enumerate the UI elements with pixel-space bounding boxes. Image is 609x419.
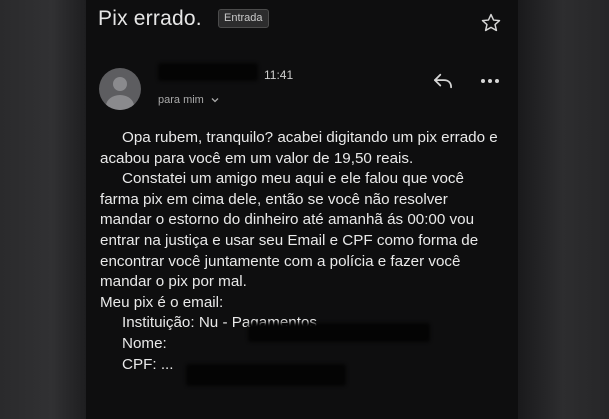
star-icon[interactable] — [480, 12, 502, 34]
pix-email-line: Meu pix é o email: — [100, 293, 500, 314]
recipient-details-toggle[interactable]: para mim — [158, 94, 220, 106]
email-time: 11:41 — [264, 68, 294, 82]
chevron-down-icon — [211, 98, 219, 103]
redacted-email — [248, 323, 430, 342]
blurred-background-right — [517, 0, 609, 419]
email-subject: Pix errado. — [98, 7, 202, 30]
more-vert-icon[interactable] — [480, 76, 500, 86]
inbox-label-badge[interactable]: Entrada — [218, 9, 269, 28]
blurred-background-left — [0, 0, 86, 419]
person-avatar-icon — [106, 77, 134, 110]
pix-email-label: Meu pix é o email: — [100, 293, 224, 311]
reply-icon[interactable] — [432, 72, 454, 90]
recipient-label: para mim — [158, 94, 204, 106]
name-label: Nome: — [122, 334, 167, 352]
redacted-name — [186, 364, 346, 386]
email-view: Pix errado. Entrada 11:41 para mim Opa r… — [86, 0, 518, 419]
body-paragraph-1: Opa rubem, tranquilo? acabei digitando u… — [100, 129, 498, 167]
redacted-sender-name — [158, 63, 258, 81]
sender-avatar[interactable] — [99, 68, 141, 110]
body-paragraph-2: Constatei um amigo meu aqui e ele falou … — [100, 170, 479, 291]
